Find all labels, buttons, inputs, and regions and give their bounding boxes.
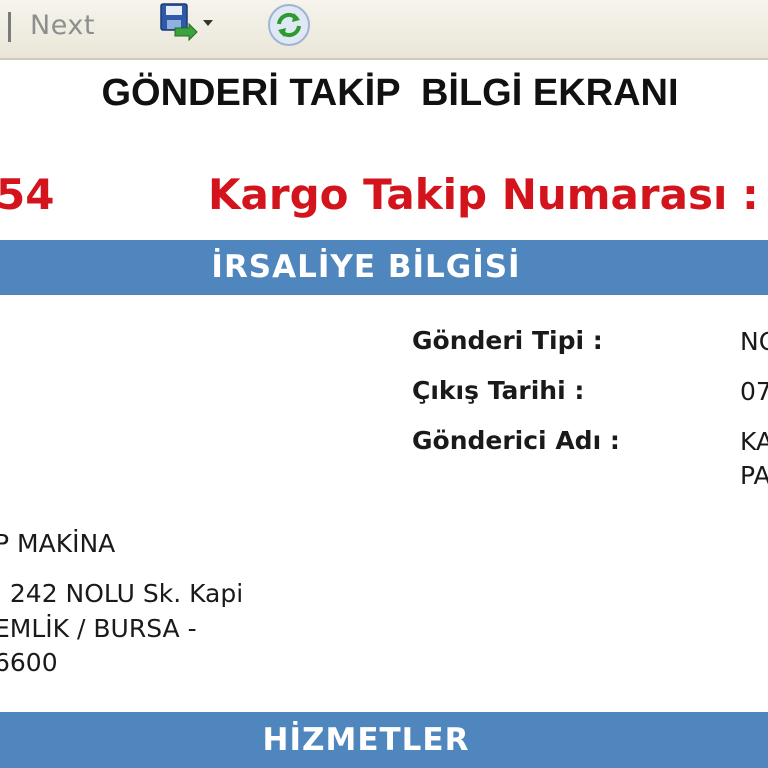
services-section-header: HİZMETLER [0,712,768,768]
next-button[interactable]: Next [30,10,95,41]
recipient-address-line3: 6600 [0,648,58,677]
sender-name-label: Gönderici Adı : [412,426,620,455]
recipient-address-line1: . 242 NOLU Sk. Kapi [0,579,244,608]
services-section-title: HİZMETLER [262,722,470,758]
sender-name-value-line1: KA [740,427,768,456]
browser-toolbar: Next [0,0,768,60]
recipient-company-name: P MAKİNA [0,529,116,558]
tracking-number-label: Kargo Takip Numarası : [208,170,759,219]
shipment-type-label: Gönderi Tipi : [412,326,603,355]
tracking-number-fragment: 54 [0,170,55,219]
page-title: GÖNDERİ TAKİP BİLGİ EKRANI [101,72,679,114]
shipment-type-value: NO [740,327,768,356]
recipient-address-line2: EMLİK / BURSA - [0,614,197,643]
toolbar-separator [8,12,11,42]
waybill-section-title: İRSALİYE BİLGİSİ [211,249,521,285]
sender-name-value-line2: PA [740,461,768,490]
waybill-section-header: İRSALİYE BİLGİSİ [0,240,768,295]
refresh-icon[interactable] [266,2,312,48]
departure-date-label: Çıkış Tarihi : [412,376,585,405]
save-dropdown-icon[interactable] [155,2,215,42]
departure-date-value: 07 [740,377,768,406]
